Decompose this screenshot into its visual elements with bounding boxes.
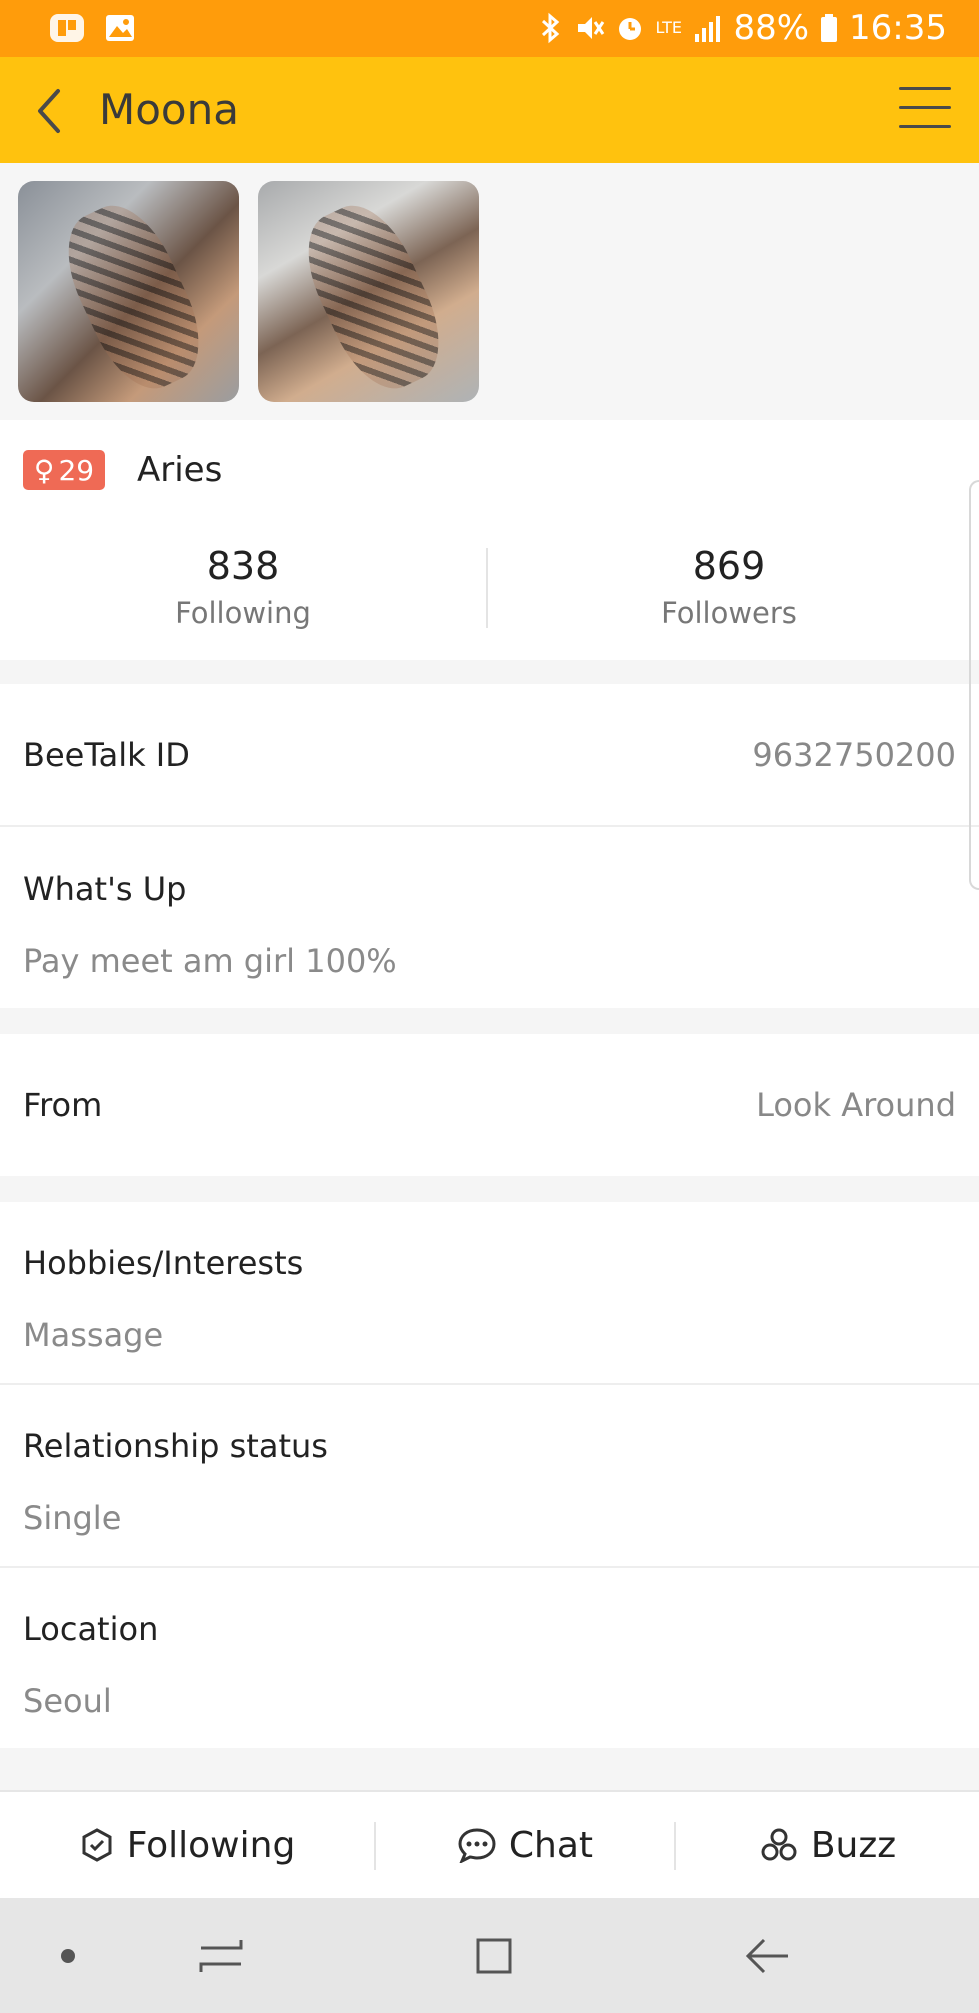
action-bar: Following Chat Buzz bbox=[0, 1790, 979, 1898]
clock: 16:35 bbox=[849, 8, 947, 48]
from-label: From bbox=[23, 1086, 103, 1124]
status-right-icons: LTE 88% 16:35 bbox=[535, 8, 947, 48]
divider bbox=[0, 1566, 979, 1568]
buzz-icon bbox=[761, 1828, 797, 1861]
signal-icon bbox=[693, 12, 723, 44]
app-bar: Moona bbox=[0, 57, 979, 163]
following-label: Following bbox=[175, 596, 311, 630]
beetalk-id-label: BeeTalk ID bbox=[23, 736, 190, 774]
chat-bubble-icon bbox=[458, 1828, 496, 1863]
bluetooth-icon bbox=[535, 12, 565, 44]
divider bbox=[0, 825, 979, 827]
network-type: LTE bbox=[655, 18, 683, 37]
hamburger-menu-icon bbox=[899, 87, 951, 90]
status-bar: LTE 88% 16:35 bbox=[0, 0, 979, 57]
gallery-icon bbox=[104, 12, 142, 44]
status-left-icons bbox=[48, 12, 142, 44]
alarm-icon bbox=[615, 12, 645, 44]
photo-strip bbox=[0, 163, 979, 420]
following-button[interactable]: Following bbox=[0, 1792, 374, 1898]
hobbies-value: Massage bbox=[23, 1316, 164, 1354]
whats-up-label: What's Up bbox=[23, 870, 187, 908]
followers-stat[interactable]: 869 Followers bbox=[486, 542, 972, 630]
from-card: From Look Around bbox=[0, 1034, 979, 1176]
profile-summary-card: ♀ 29 Aries 838 Following 869 Followers bbox=[0, 420, 979, 660]
interests-card: Hobbies/Interests Massage Relationship s… bbox=[0, 1202, 979, 1748]
hobbies-label: Hobbies/Interests bbox=[23, 1244, 304, 1282]
from-value: Look Around bbox=[756, 1086, 956, 1124]
profile-photo-2[interactable] bbox=[258, 181, 479, 402]
location-label: Location bbox=[23, 1610, 159, 1648]
id-status-card: BeeTalk ID 9632750200 What's Up Pay meet… bbox=[0, 684, 979, 1008]
zodiac-sign: Aries bbox=[137, 450, 223, 490]
buzz-button[interactable]: Buzz bbox=[676, 1792, 979, 1898]
relationship-value: Single bbox=[23, 1499, 122, 1537]
profile-photo-1[interactable] bbox=[18, 181, 239, 402]
system-nav-bar bbox=[0, 1898, 979, 2013]
location-value: Seoul bbox=[23, 1682, 112, 1720]
following-count: 838 bbox=[206, 544, 280, 588]
recent-apps-icon[interactable] bbox=[191, 1926, 251, 1986]
beetalk-id-value: 9632750200 bbox=[752, 736, 956, 774]
divider bbox=[0, 1383, 979, 1385]
menu-button[interactable] bbox=[899, 87, 951, 133]
followers-count: 869 bbox=[692, 544, 766, 588]
page-title: Moona bbox=[99, 85, 239, 134]
following-button-label: Following bbox=[126, 1824, 296, 1866]
gender-age-badge: ♀ 29 bbox=[23, 450, 105, 490]
relationship-label: Relationship status bbox=[23, 1427, 328, 1465]
back-button[interactable] bbox=[26, 81, 86, 141]
nav-dot-icon bbox=[38, 1926, 98, 1986]
battery-icon bbox=[819, 12, 839, 44]
home-icon[interactable] bbox=[464, 1926, 524, 1986]
female-icon: ♀ bbox=[33, 453, 55, 487]
office-icon bbox=[48, 12, 86, 44]
back-nav-icon[interactable] bbox=[738, 1926, 798, 1986]
followers-label: Followers bbox=[661, 596, 797, 630]
battery-percent: 88% bbox=[733, 8, 810, 48]
chat-button-label: Chat bbox=[508, 1824, 594, 1866]
mute-icon bbox=[575, 12, 605, 44]
chat-button[interactable]: Chat bbox=[376, 1792, 674, 1898]
following-stat[interactable]: 838 Following bbox=[0, 542, 486, 630]
age-value: 29 bbox=[58, 453, 95, 487]
following-check-icon bbox=[82, 1828, 112, 1862]
whats-up-value: Pay meet am girl 100% bbox=[23, 942, 397, 980]
scroll-indicator bbox=[969, 480, 979, 890]
buzz-button-label: Buzz bbox=[810, 1824, 897, 1866]
chevron-left-icon bbox=[38, 89, 60, 133]
